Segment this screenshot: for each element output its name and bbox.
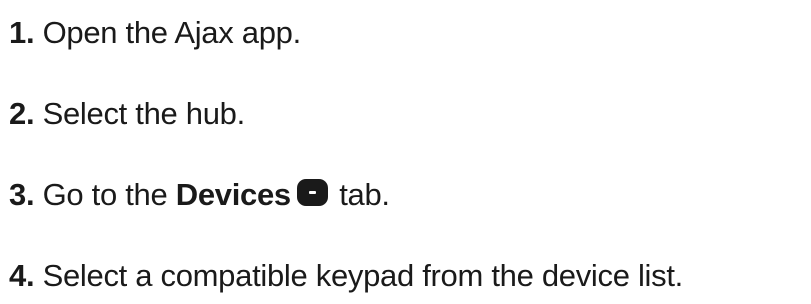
devices-tab-icon xyxy=(296,179,328,206)
step-text: Select the hub. xyxy=(42,96,246,131)
step-text-before: Go to the xyxy=(42,177,168,212)
step-3: 3. Go to the Devices tab. xyxy=(9,175,390,215)
step-number: 1. xyxy=(9,15,35,50)
step-text: Open the Ajax app. xyxy=(42,15,302,50)
step-number: 4. xyxy=(9,258,35,293)
step-text: Select a compatible keypad from the devi… xyxy=(42,258,684,293)
step-4: 4. Select a compatible keypad from the d… xyxy=(9,256,683,296)
step-number: 3. xyxy=(9,177,35,212)
step-number: 2. xyxy=(9,96,35,131)
step-2: 2. Select the hub. xyxy=(9,94,245,134)
step-text-after: tab. xyxy=(339,177,390,212)
devices-label: Devices xyxy=(175,177,291,212)
step-1: 1. Open the Ajax app. xyxy=(9,13,301,53)
